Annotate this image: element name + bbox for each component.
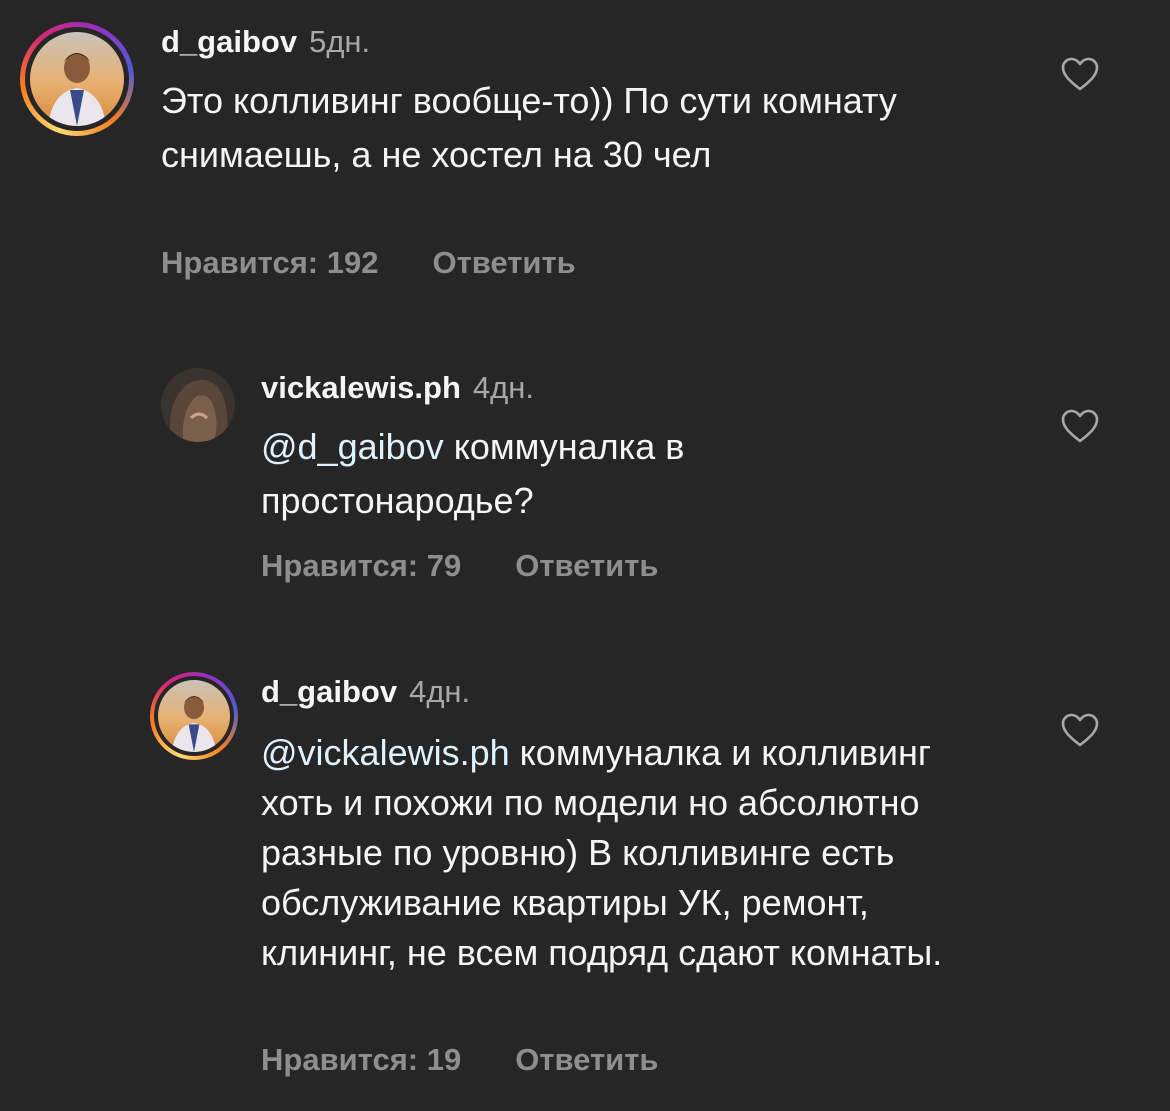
avatar[interactable] [161,368,235,442]
comment-actions: Нравится: 79 Ответить [261,546,658,586]
timestamp: 4дн. [472,370,534,405]
reply-button[interactable]: Ответить [515,548,658,583]
heart-outline-icon[interactable] [1060,56,1100,92]
heart-outline-icon[interactable] [1060,712,1100,748]
comment-header: d_gaibov 5дн. [161,22,1041,62]
comment-actions: Нравится: 19 Ответить [261,1040,658,1080]
likes-count[interactable]: Нравится: 79 [261,548,461,583]
username[interactable]: d_gaibov [261,674,397,709]
avatar [158,680,230,752]
comment-text: @d_gaibov коммуналка в простонародье? [261,426,685,521]
comment-text: @vickalewis.ph коммуналка и колливинг хо… [261,732,943,973]
avatar [30,32,124,126]
mention-link[interactable]: @vickalewis.ph [261,732,510,773]
comment-header: d_gaibov 4дн. [261,672,1041,712]
heart-outline-icon[interactable] [1060,408,1100,444]
timestamp: 4дн. [409,674,471,709]
avatar-story-ring[interactable] [150,672,238,760]
username[interactable]: d_gaibov [161,24,297,59]
reply-button[interactable]: Ответить [515,1042,658,1077]
comment-text: Это колливинг вообще-то)) По сути комнат… [161,80,897,175]
reply-button[interactable]: Ответить [432,245,575,280]
likes-count[interactable]: Нравится: 192 [161,245,378,280]
avatar-story-ring[interactable] [20,22,134,136]
comment-header: vickalewis.ph 4дн. [261,368,1041,408]
timestamp: 5дн. [309,24,371,59]
mention-link[interactable]: @d_gaibov [261,426,444,467]
username[interactable]: vickalewis.ph [261,370,461,405]
likes-count[interactable]: Нравится: 19 [261,1042,461,1077]
comment-actions: Нравится: 192 Ответить [161,243,576,283]
